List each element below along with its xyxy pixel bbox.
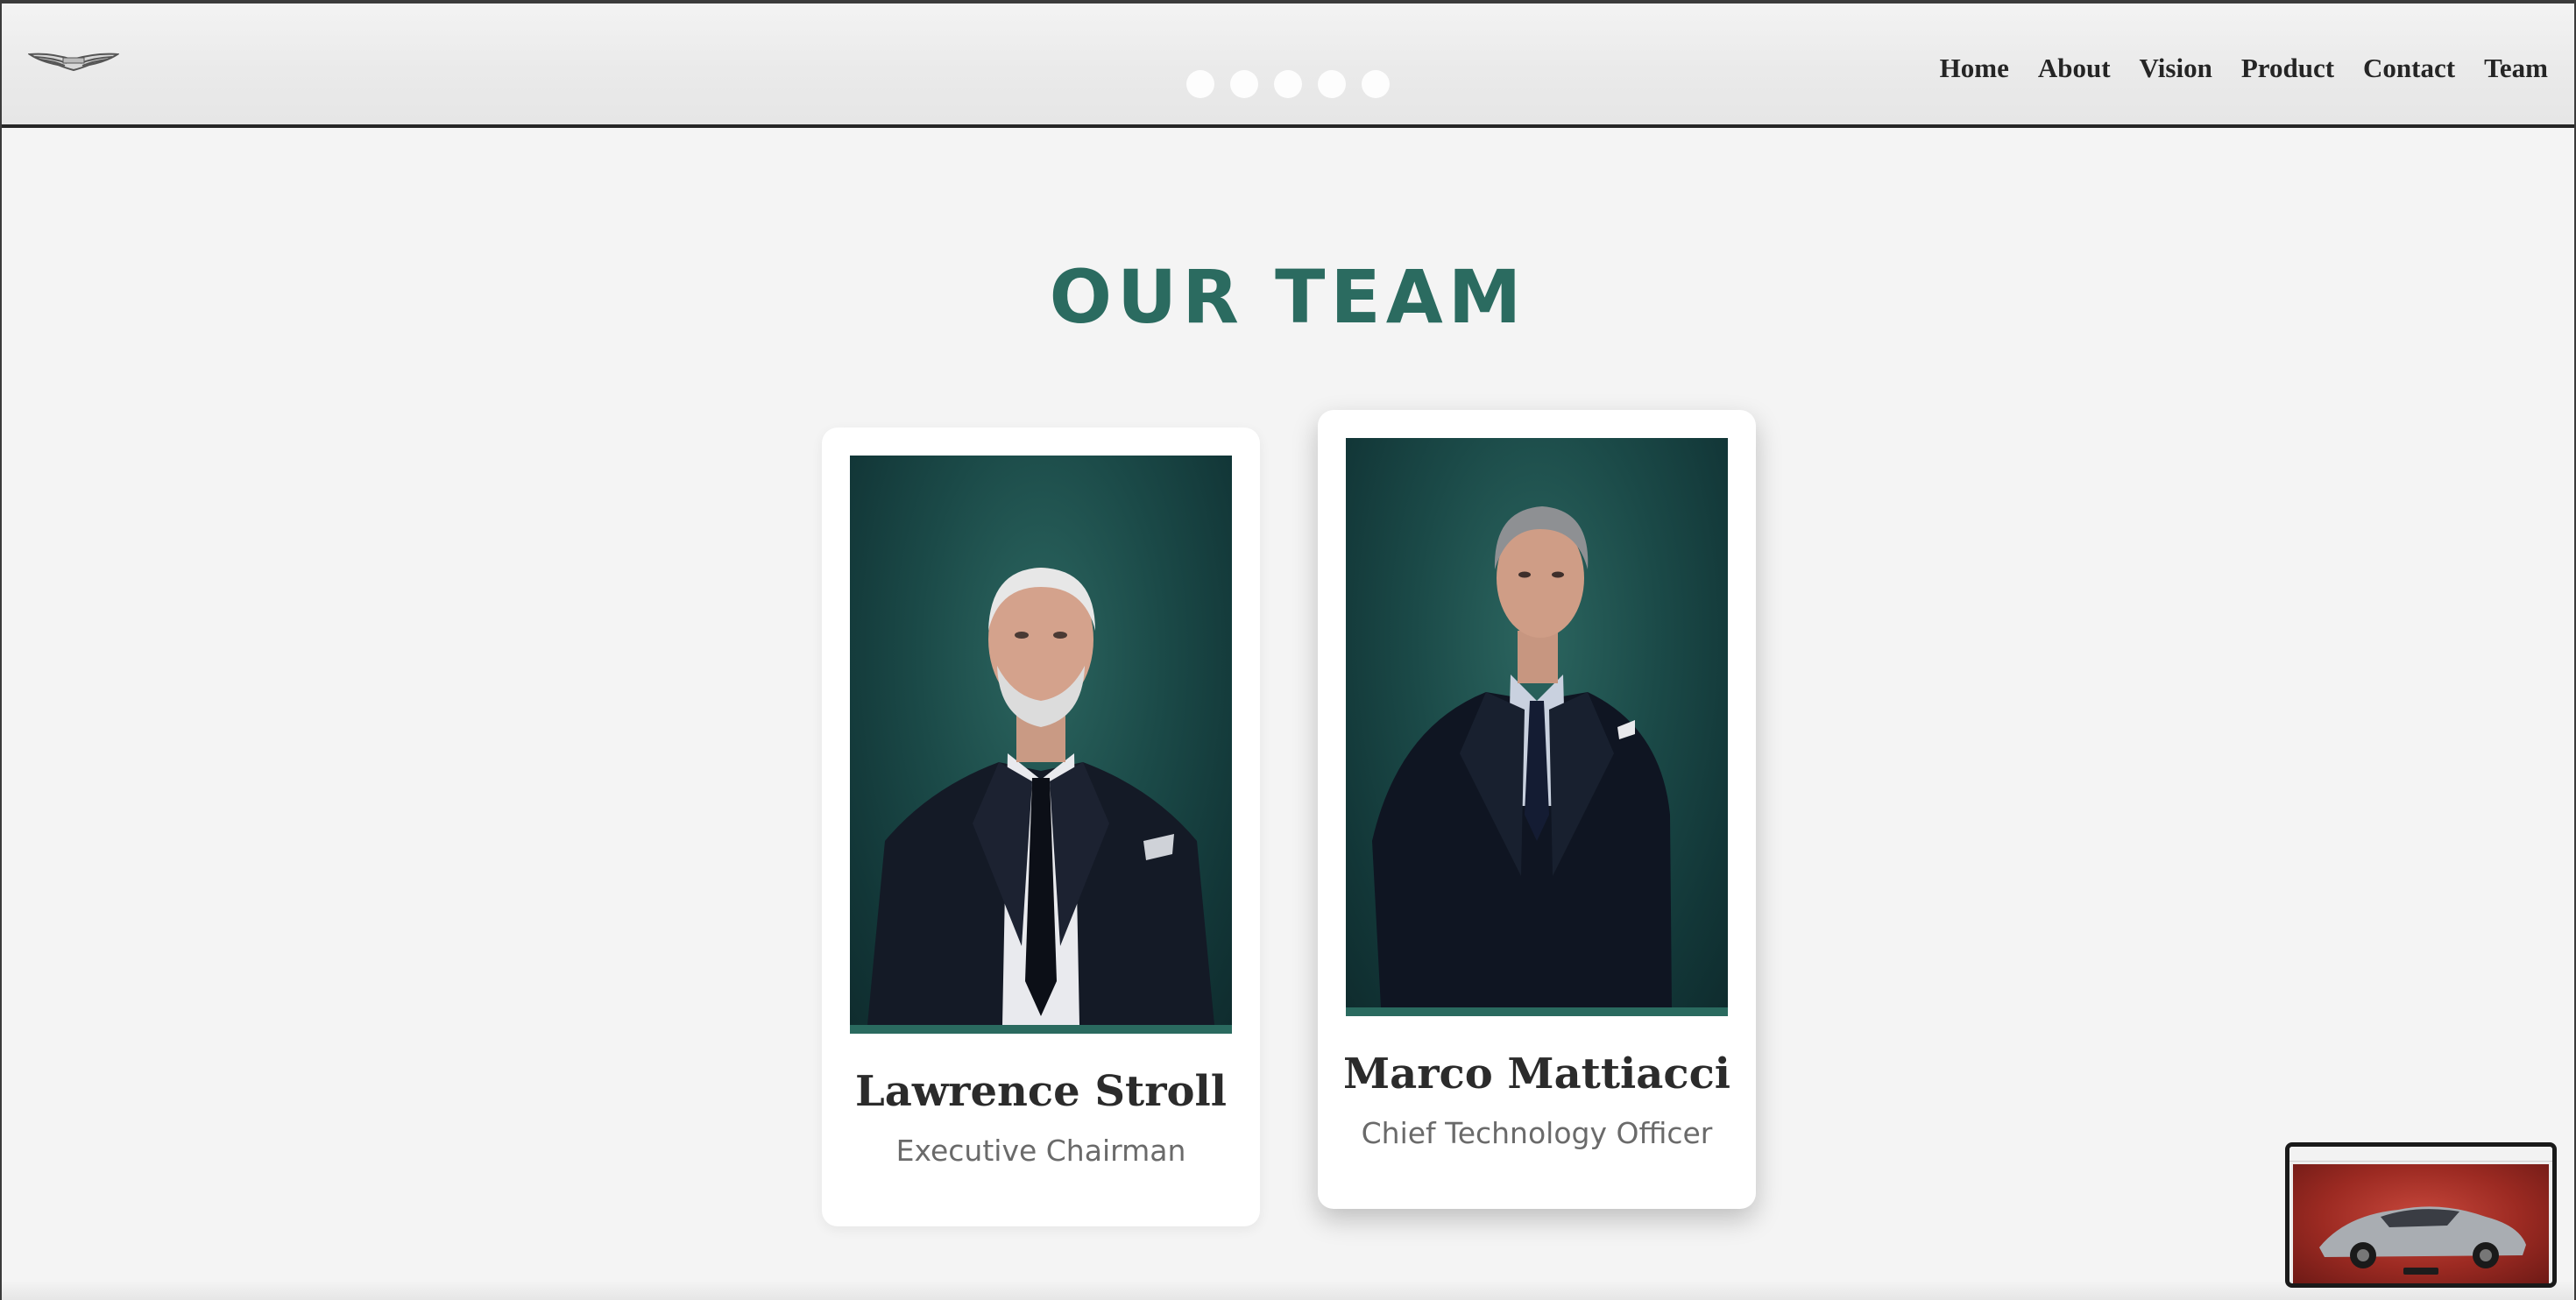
nav-vision[interactable]: Vision — [2140, 53, 2212, 84]
team-member-name: Marco Mattiacci — [1342, 1049, 1731, 1099]
nav-product[interactable]: Product — [2241, 53, 2334, 84]
nav-home[interactable]: Home — [1940, 53, 2009, 84]
carousel-dot[interactable] — [1186, 70, 1214, 98]
team-member-photo — [850, 456, 1232, 1034]
team-card[interactable]: Marco Mattiacci Chief Technology Officer — [1318, 410, 1756, 1209]
carousel-dot[interactable] — [1362, 70, 1390, 98]
carousel-dot[interactable] — [1230, 70, 1258, 98]
wings-logo-icon[interactable] — [27, 49, 120, 75]
section-title: OUR TEAM — [1049, 254, 1527, 340]
team-card[interactable]: Lawrence Stroll Executive Chairman — [822, 427, 1260, 1226]
preview-nav-bar — [2289, 1147, 2552, 1162]
carousel-dot[interactable] — [1318, 70, 1346, 98]
car-image — [2293, 1164, 2549, 1283]
nav-team[interactable]: Team — [2484, 53, 2548, 84]
nav-contact[interactable]: Contact — [2363, 53, 2455, 84]
site-header: Home About Vision Product Contact Team — [2, 4, 2574, 128]
team-member-photo — [1346, 438, 1728, 1016]
page: Home About Vision Product Contact Team O… — [0, 0, 2576, 1300]
nav-about[interactable]: About — [2038, 53, 2111, 84]
carousel-dot[interactable] — [1274, 70, 1302, 98]
team-member-role: Executive Chairman — [895, 1134, 1186, 1168]
team-member-name: Lawrence Stroll — [855, 1067, 1227, 1116]
bottom-shadow — [2, 1281, 2574, 1300]
preview-thumbnail[interactable] — [2285, 1142, 2557, 1288]
main-nav: Home About Vision Product Contact Team — [1940, 53, 2548, 84]
team-member-role: Chief Technology Officer — [1361, 1116, 1713, 1150]
carousel-dots — [1186, 70, 1390, 98]
